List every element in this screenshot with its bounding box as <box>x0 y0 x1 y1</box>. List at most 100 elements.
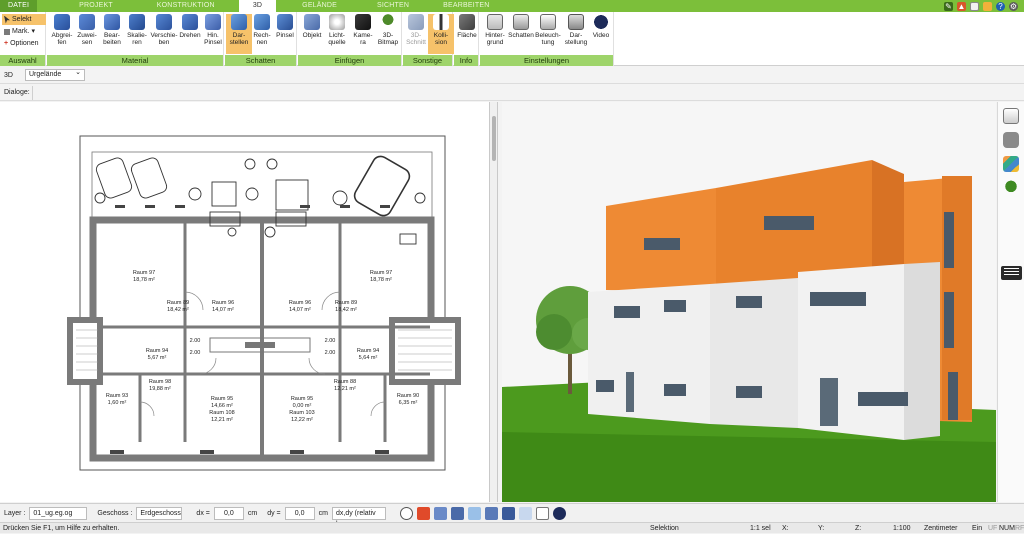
layers-icon[interactable] <box>1003 108 1019 124</box>
palette-icon[interactable] <box>1003 156 1019 172</box>
3d-view[interactable] <box>502 102 996 502</box>
coordinate-mode-select[interactable]: dx,dy (relativ ka <box>331 506 386 528</box>
schatten-pinsel-button[interactable]: Pinsel <box>272 14 298 54</box>
settings-icon[interactable]: ⚙ <box>1009 1 1018 11</box>
kamera-button[interactable]: Kame- ra <box>350 14 376 54</box>
verschieben-button[interactable]: Verschie- ben <box>149 14 179 54</box>
tab-konstruktion[interactable]: KONSTRUKTION <box>149 0 223 12</box>
dialoge-label: Dialoge: <box>4 89 30 96</box>
line-snap-icon[interactable] <box>467 506 481 520</box>
room-label[interactable]: Raum 97 <box>370 270 392 276</box>
selekt-button[interactable]: Selekt <box>2 14 46 25</box>
tab-bearbeiten[interactable]: BEARBEITEN <box>435 0 497 12</box>
mark-button[interactable]: Mark. ▾ <box>2 26 46 37</box>
room-label[interactable]: Raum 97 <box>133 270 155 276</box>
snap-icon[interactable] <box>416 506 430 520</box>
status-hint: Drücken Sie F1, um Hilfe zu erhalten. <box>3 525 120 532</box>
dialog-bar: Dialoge: <box>0 85 1024 101</box>
room-label[interactable]: Raum 98 <box>149 379 171 385</box>
room-area: 0,00 m² <box>293 403 312 409</box>
dy-unit: cm <box>318 509 328 517</box>
room-label[interactable]: Raum 94 <box>357 348 379 354</box>
plus-icon: + <box>4 40 9 47</box>
room-label[interactable]: Raum 96 <box>289 300 311 306</box>
floor-plan-view[interactable]: Raum 97 18,78 m² Raum 97 18,78 m² Raum 9… <box>0 102 490 502</box>
dimension-label: 2.00 <box>190 338 201 344</box>
room-label[interactable]: Raum 95 <box>291 396 313 402</box>
dx-input[interactable]: 0,0 <box>213 506 244 520</box>
angle-icon[interactable] <box>484 506 498 520</box>
marker-icon <box>4 28 10 35</box>
dy-input[interactable]: 0,0 <box>284 506 315 520</box>
room-label[interactable]: Raum 96 <box>212 300 234 306</box>
room-area: 12,22 m² <box>291 417 313 423</box>
magnet-icon[interactable] <box>450 506 464 520</box>
clipboard-icon[interactable] <box>970 1 979 11</box>
room-area: 5,64 m² <box>359 355 378 361</box>
north-icon[interactable] <box>552 506 566 520</box>
room-label[interactable]: Raum 90 <box>397 393 419 399</box>
3d-bitmap-button[interactable]: 3D- Bitmap <box>375 14 401 54</box>
hin-pinsel-button[interactable]: Hin. Pinsel <box>200 14 226 54</box>
tab-gelaende[interactable]: GELÄNDE <box>294 0 345 12</box>
scroll-thumb[interactable] <box>492 116 496 161</box>
chair-icon[interactable] <box>1003 132 1019 148</box>
room-label[interactable]: Raum 103 <box>289 410 314 416</box>
zuweisen-button[interactable]: Zuwei- sen <box>74 14 100 54</box>
grid-icon[interactable] <box>535 506 549 520</box>
status-uf: UF <box>988 525 998 532</box>
group-caption-einstellungen: Einstellungen <box>480 55 613 66</box>
3d-rendering[interactable] <box>502 102 996 502</box>
collision-icon <box>433 14 449 30</box>
grid-snap-icon[interactable] <box>433 506 447 520</box>
tree-icon <box>380 14 396 30</box>
flaeche-button[interactable]: Fläche <box>454 14 480 54</box>
pen-icon[interactable]: ✎ <box>944 1 953 11</box>
help-icon[interactable]: ? <box>996 1 1005 11</box>
room-label[interactable]: Raum 94 <box>146 348 168 354</box>
darstellung-button[interactable]: Dar- stellung <box>562 14 590 54</box>
objekt-button[interactable]: Objekt <box>299 14 325 54</box>
cube-shadow-icon <box>231 14 247 30</box>
room-label[interactable]: Raum 93 <box>106 393 128 399</box>
room-label[interactable]: Raum 89 <box>167 300 189 306</box>
3d-schnitt-button[interactable]: 3D- Schnitt <box>403 14 429 54</box>
assign-icon <box>79 14 95 30</box>
floor-plan-drawing[interactable]: Raum 97 18,78 m² Raum 97 18,78 m² Raum 9… <box>0 102 490 502</box>
tree-icon[interactable] <box>1003 180 1019 196</box>
tab-datei[interactable]: DATEI <box>0 0 38 12</box>
hintergrund-button[interactable]: Hinter- grund <box>482 14 508 54</box>
einst-schatten-button[interactable]: Schatten <box>507 14 535 54</box>
tab-sichten[interactable]: SICHTEN <box>369 0 417 12</box>
lichtquelle-button[interactable]: Licht- quelle <box>324 14 350 54</box>
beleuchtung-button[interactable]: Beleuch- tung <box>534 14 562 54</box>
room-label[interactable]: Raum 89 <box>335 300 357 306</box>
house-bg-icon <box>487 14 503 30</box>
chevron-down-icon: ▾ <box>31 28 36 35</box>
status-x: X: <box>782 525 789 532</box>
abgreifen-button[interactable]: Abgrei- fen <box>49 14 75 54</box>
bearbeiten-button[interactable]: Bear- beiten <box>99 14 125 54</box>
clock-icon[interactable] <box>399 506 413 520</box>
room-label[interactable]: Raum 88 <box>334 379 356 385</box>
panel-grip-icon[interactable] <box>1001 266 1022 280</box>
layer-snap-icon[interactable] <box>501 506 515 520</box>
kollision-button[interactable]: Kolli- sion <box>428 14 454 54</box>
room-label[interactable]: Raum 95 <box>211 396 233 402</box>
status-scale: 1:100 <box>893 525 911 532</box>
area-icon <box>459 14 475 30</box>
ortho-icon[interactable] <box>518 506 532 520</box>
layer-select[interactable]: 01_ug.eg.og <box>29 506 88 520</box>
optionen-button[interactable]: + Optionen <box>2 38 46 49</box>
tab-3d[interactable]: 3D <box>238 0 277 12</box>
plan-scrollbar[interactable] <box>490 102 498 502</box>
video-button[interactable]: Video <box>588 14 614 54</box>
paint-icon[interactable]: ▲ <box>957 1 966 11</box>
terrain-select[interactable]: Urgelände <box>24 68 85 81</box>
geschoss-select[interactable]: Erdgeschoss <box>136 506 183 520</box>
tab-projekt[interactable]: PROJEKT <box>71 0 121 12</box>
status-y: Y: <box>818 525 825 532</box>
room-label[interactable]: Raum 108 <box>209 410 234 416</box>
folder-icon[interactable] <box>983 1 992 11</box>
skalieren-button[interactable]: Skalie- ren <box>124 14 150 54</box>
